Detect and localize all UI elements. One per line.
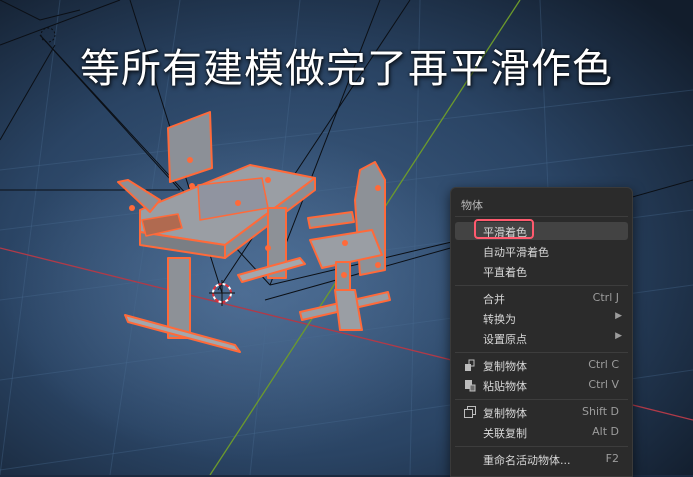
menu-item-set-origin[interactable]: 设置原点 ▶ <box>455 329 628 347</box>
menu-item-label: 自动平滑着色 <box>483 246 549 259</box>
menu-separator <box>455 446 628 447</box>
duplicate-icon <box>464 406 476 418</box>
menu-item-convert-to[interactable]: 转换为 ▶ <box>455 309 628 327</box>
submenu-arrow-icon: ▶ <box>615 311 622 321</box>
menu-item-label: 转换为 <box>483 313 516 326</box>
menu-item-label: 粘贴物体 <box>483 380 527 393</box>
paste-buffer-icon <box>465 380 476 392</box>
menu-item-label: 关联复制 <box>483 427 527 440</box>
menu-item-duplicate-linked[interactable]: 关联复制 Alt D <box>455 423 628 441</box>
menu-item-shade-smooth[interactable]: 平滑着色 <box>455 219 628 240</box>
shortcut-label: Ctrl V <box>588 378 619 391</box>
menu-item-paste-objects[interactable]: 粘贴物体 Ctrl V <box>455 376 628 394</box>
shortcut-label: Alt D <box>592 425 619 438</box>
shortcut-label: Ctrl J <box>592 291 619 304</box>
menu-item-label: 设置原点 <box>483 333 527 346</box>
menu-item-label: 平直着色 <box>483 266 527 279</box>
menu-separator <box>455 399 628 400</box>
menu-item-label: 合并 <box>483 293 505 306</box>
overlay-caption: 等所有建模做完了再平滑作色 <box>80 46 613 92</box>
menu-item-shade-auto-smooth[interactable]: 自动平滑着色 <box>455 242 628 260</box>
menu-item-label: 重命名活动物体... <box>483 454 571 467</box>
submenu-arrow-icon: ▶ <box>615 331 622 341</box>
object-context-menu: 物体 平滑着色 自动平滑着色 平直着色 合并 Ctrl J 转换为 ▶ 设置原点… <box>450 187 633 477</box>
menu-separator <box>455 352 628 353</box>
menu-item-copy-objects[interactable]: 复制物体 Ctrl C <box>455 356 628 374</box>
menu-title: 物体 <box>461 199 483 212</box>
shortcut-label: F2 <box>605 452 619 465</box>
shortcut-label: Ctrl C <box>588 358 619 371</box>
menu-item-label: 复制物体 <box>483 360 527 373</box>
menu-item-join[interactable]: 合并 Ctrl J <box>455 289 628 307</box>
shortcut-label: Shift D <box>582 405 619 418</box>
menu-item-label: 复制物体 <box>483 407 527 420</box>
menu-item-shade-flat[interactable]: 平直着色 <box>455 262 628 280</box>
highlight-annotation-box <box>474 219 534 239</box>
copy-buffer-icon <box>465 359 475 371</box>
menu-item-rename-active[interactable]: 重命名活动物体... F2 <box>455 450 628 468</box>
menu-separator <box>455 285 628 286</box>
menu-item-duplicate-objects[interactable]: 复制物体 Shift D <box>455 403 628 421</box>
menu-separator <box>455 216 628 217</box>
